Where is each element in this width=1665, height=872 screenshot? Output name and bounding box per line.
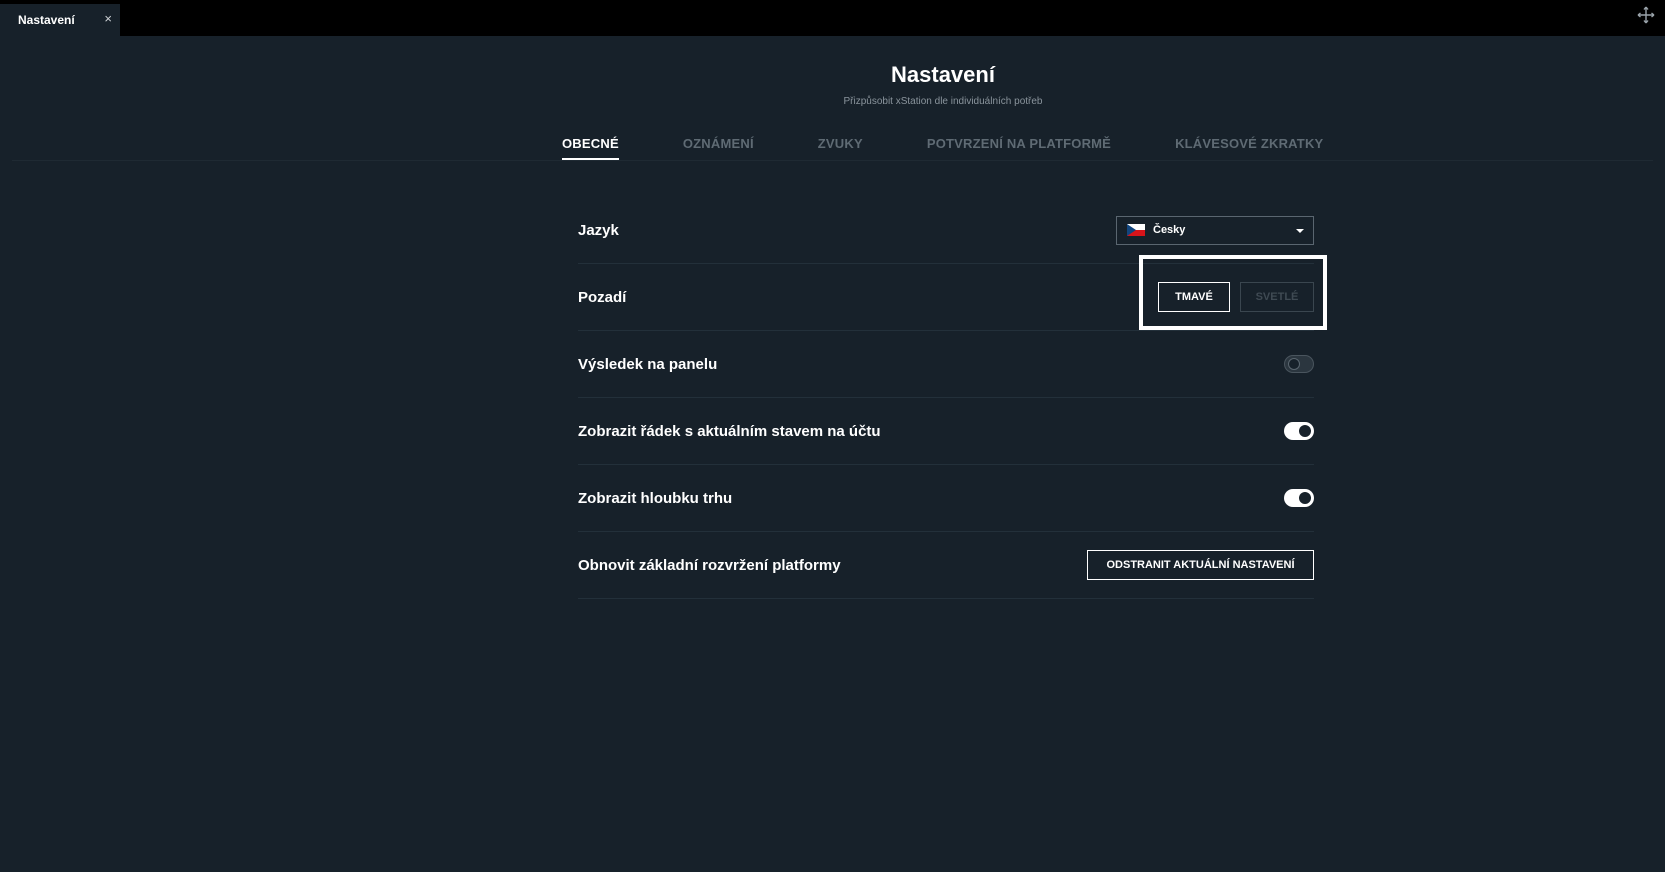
top-bar: Nastavení ×	[0, 0, 1665, 36]
page-title: Nastavení	[891, 62, 995, 87]
czech-flag-icon	[1127, 224, 1145, 236]
reset-layout-label: Obnovit základní rozvržení platformy	[578, 556, 841, 574]
tab-sounds[interactable]: ZVUKY	[818, 128, 863, 160]
language-select[interactable]: Česky	[1116, 215, 1314, 245]
reset-settings-button[interactable]: ODSTRANIT AKTUÁLNÍ NASTAVENÍ	[1087, 550, 1314, 580]
language-label: Jazyk	[578, 221, 619, 239]
setting-row-language: Jazyk Česky	[578, 197, 1314, 264]
background-label: Pozadí	[578, 288, 627, 306]
settings-tabs: OBECNÉ OZNÁMENÍ ZVUKY POTVRZENÍ NA PLATF…	[562, 128, 1323, 160]
tab-keyboard-shortcuts[interactable]: KLÁVESOVÉ ZKRATKY	[1175, 128, 1323, 160]
market-depth-toggle[interactable]	[1284, 489, 1314, 507]
tabs-divider	[12, 160, 1653, 161]
page-subtitle: Přizpůsobit xStation dle individuálních …	[843, 96, 1043, 107]
setting-row-market-depth: Zobrazit hloubku trhu	[578, 465, 1314, 532]
chevron-down-icon	[1296, 228, 1304, 233]
panel-result-label: Výsledek na panelu	[578, 355, 718, 373]
move-icon[interactable]	[1635, 6, 1657, 28]
panel-result-toggle[interactable]	[1284, 355, 1314, 373]
setting-row-panel-result: Výsledek na panelu	[578, 331, 1314, 398]
market-depth-label: Zobrazit hloubku trhu	[578, 489, 733, 507]
account-status-toggle[interactable]	[1284, 422, 1314, 440]
highlight-annotation	[1139, 255, 1327, 330]
setting-row-reset-layout: Obnovit základní rozvržení platformy ODS…	[578, 532, 1314, 599]
language-value: Česky	[1153, 224, 1186, 236]
tab-settings[interactable]: Nastavení ×	[0, 4, 120, 36]
setting-row-account-status: Zobrazit řádek s aktuálním stavem na účt…	[578, 398, 1314, 465]
tab-notifications[interactable]: OZNÁMENÍ	[683, 128, 754, 160]
tab-general[interactable]: OBECNÉ	[562, 128, 619, 160]
close-icon[interactable]: ×	[104, 11, 112, 26]
tab-label: Nastavení	[18, 13, 75, 27]
account-status-label: Zobrazit řádek s aktuálním stavem na účt…	[578, 422, 881, 440]
tab-platform-confirmations[interactable]: POTVRZENÍ NA PLATFORMĚ	[927, 128, 1111, 160]
